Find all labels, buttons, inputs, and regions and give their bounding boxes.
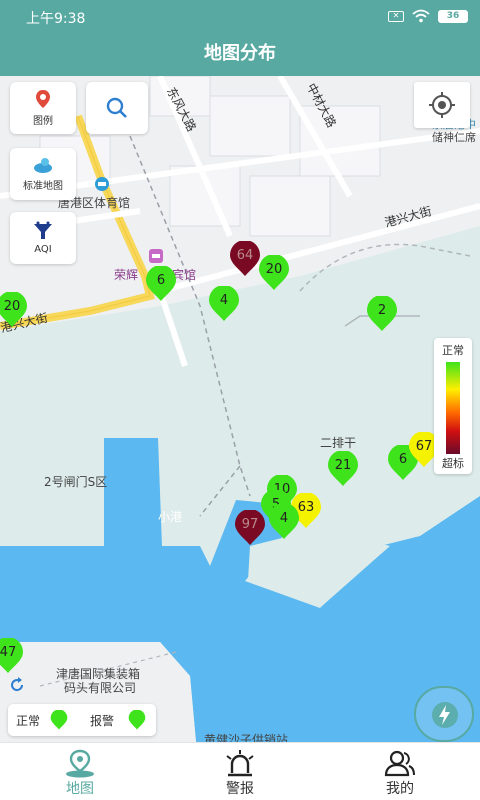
legend-button-label: 图例: [33, 116, 53, 127]
locate-button[interactable]: [414, 82, 470, 128]
globe-map-icon: [34, 158, 52, 173]
station-marker[interactable]: 20: [258, 255, 290, 291]
tab-mine-label: 我的: [386, 781, 414, 797]
map-pin-icon: [66, 749, 94, 778]
place-label-erpaigan: 二排干: [320, 436, 357, 450]
scale-bottom-label: 超标: [442, 457, 464, 470]
flash-button[interactable]: [414, 686, 474, 742]
tab-alarm-label: 警报: [226, 781, 254, 797]
normal-legend-label: 正常: [16, 714, 41, 728]
locate-target-icon: [429, 92, 455, 118]
map-view[interactable]: 东风大路 中材大路 港兴大街 港兴大街 唐港区体育馆 荣辉 宾馆 京唐港中 储神…: [0, 76, 480, 742]
place-label-chushen: 储神仁席: [432, 131, 476, 144]
refresh-icon[interactable]: [8, 676, 26, 694]
status-bar: 上午9:38 ✕ 36: [0, 0, 480, 34]
alarm-siren-icon: [226, 750, 254, 777]
station-marker[interactable]: 97: [234, 510, 266, 546]
standard-map-label: 标准地图: [23, 181, 63, 192]
place-label-xiaogang: 小港: [158, 510, 183, 524]
place-label-ronghui: 荣辉: [114, 268, 139, 282]
status-time: 上午9:38: [26, 11, 86, 27]
color-scale-legend: 正常 超标: [434, 338, 472, 474]
page-title: 地图分布: [0, 34, 480, 76]
search-icon: [106, 97, 127, 118]
lightning-icon: [432, 702, 458, 728]
place-label-bottom: 黄健沙子供销站: [204, 733, 289, 742]
normal-marker-icon: [50, 710, 68, 730]
search-button[interactable]: [86, 82, 148, 134]
alarm-marker-icon: [128, 710, 146, 730]
station-marker[interactable]: 21: [327, 451, 359, 487]
place-label-jintang-2: 码头有限公司: [64, 681, 137, 695]
station-marker[interactable]: 6: [145, 266, 177, 302]
scale-top-label: 正常: [442, 344, 464, 357]
alarm-legend-label: 报警: [90, 714, 115, 728]
bottom-tab-bar: 地图 警报 我的: [0, 742, 480, 800]
station-marker[interactable]: 64: [229, 241, 261, 277]
station-marker[interactable]: 47: [0, 638, 24, 674]
aqi-button[interactable]: AQI: [10, 212, 76, 264]
tab-map-label: 地图: [66, 781, 94, 797]
battery-icon: 36: [438, 9, 468, 23]
station-marker[interactable]: 2: [366, 296, 398, 332]
marker-legend: 正常 报警: [8, 704, 156, 736]
sim-icon: ✕: [388, 10, 404, 22]
color-gradient: [446, 362, 460, 454]
tab-map[interactable]: 地图: [0, 743, 160, 800]
users-icon: [384, 750, 415, 777]
aqi-filter-icon: [34, 221, 52, 239]
place-label-gate2: 2号闸门S区: [44, 475, 108, 489]
map-marker-icon: [36, 90, 50, 108]
station-marker[interactable]: 4: [268, 504, 300, 540]
hotel-poi-icon: [149, 249, 163, 263]
stadium-poi-icon: [95, 177, 109, 191]
wifi-icon: [412, 9, 430, 23]
tab-mine[interactable]: 我的: [320, 743, 480, 800]
legend-button[interactable]: 图例: [10, 82, 76, 134]
standard-map-button[interactable]: 标准地图: [10, 148, 76, 200]
aqi-label: AQI: [34, 244, 52, 255]
station-marker[interactable]: 20: [0, 292, 28, 328]
tab-alarm[interactable]: 警报: [160, 743, 320, 800]
status-icons: ✕ 36: [388, 9, 468, 23]
station-marker[interactable]: 4: [208, 286, 240, 322]
